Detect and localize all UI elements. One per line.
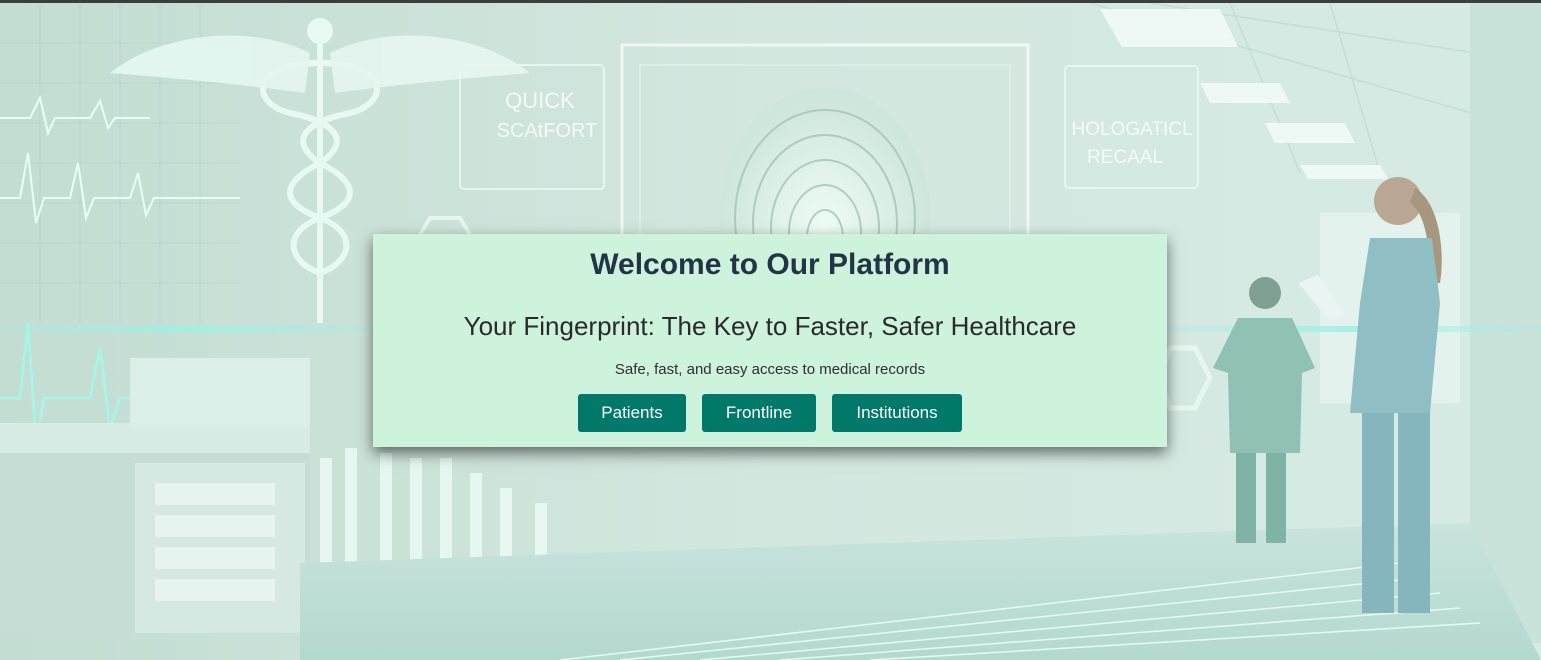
glow-line-left: [0, 326, 380, 332]
sign-right-text-line1: HOLOGATICL: [1071, 119, 1192, 140]
page: QUICK SCAtFORT HOLOGATICL RECAAL Welcome…: [0, 0, 1541, 660]
role-button-group: Patients Frontline Institutions: [373, 394, 1167, 432]
sign-left-text-line1: QUICK: [505, 88, 575, 113]
glow-line-right: [1165, 326, 1541, 332]
sign-left-text-line2: SCAtFORT: [497, 120, 598, 142]
top-border: [0, 0, 1541, 3]
patients-button[interactable]: Patients: [578, 394, 686, 432]
frontline-button[interactable]: Frontline: [702, 394, 816, 432]
institutions-button[interactable]: Institutions: [832, 394, 962, 432]
welcome-title: Welcome to Our Platform: [590, 248, 950, 281]
sign-right-text-line2: RECAAL: [1087, 147, 1163, 168]
welcome-subtitle: Safe, fast, and easy access to medical r…: [614, 361, 926, 378]
welcome-tagline: Your Fingerprint: The Key to Faster, Saf…: [463, 311, 1077, 341]
welcome-card: Welcome to Our Platform Your Fingerprint…: [373, 234, 1167, 447]
